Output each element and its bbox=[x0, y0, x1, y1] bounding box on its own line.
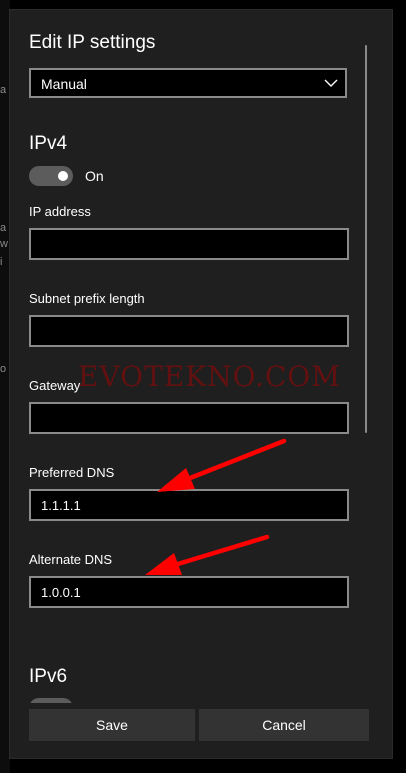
gateway-label: Gateway bbox=[29, 378, 81, 393]
background-glyph: w bbox=[0, 238, 8, 250]
subnet-prefix-length-label: Subnet prefix length bbox=[29, 291, 145, 306]
background-glyph: a bbox=[0, 222, 7, 234]
chevron-down-icon bbox=[324, 79, 338, 87]
gateway-input[interactable] bbox=[29, 402, 349, 434]
background-glyph: i bbox=[0, 256, 3, 268]
alternate-dns-label: Alternate DNS bbox=[29, 552, 113, 567]
toggle-knob bbox=[58, 171, 68, 181]
dialog-title: Edit IP settings bbox=[29, 32, 156, 53]
ip-mode-select[interactable]: Manual bbox=[29, 68, 347, 98]
preferred-dns-label: Preferred DNS bbox=[29, 465, 115, 480]
background-glyph: o bbox=[0, 363, 7, 375]
save-button[interactable]: Save bbox=[29, 709, 195, 741]
ipv4-heading: IPv4 bbox=[29, 133, 68, 154]
ip-mode-select-value: Manual bbox=[41, 76, 87, 92]
scrollbar[interactable] bbox=[365, 45, 367, 433]
alternate-dns-input[interactable] bbox=[29, 576, 349, 608]
background-window-edge bbox=[0, 0, 10, 773]
ip-address-label: IP address bbox=[29, 204, 91, 219]
preferred-dns-input[interactable] bbox=[29, 489, 349, 521]
subnet-prefix-length-input[interactable] bbox=[29, 315, 349, 347]
ipv6-heading: IPv6 bbox=[29, 666, 68, 687]
cancel-button[interactable]: Cancel bbox=[199, 709, 369, 741]
ipv4-toggle[interactable] bbox=[29, 166, 73, 186]
ipv4-toggle-label: On bbox=[85, 168, 104, 184]
ip-address-input[interactable] bbox=[29, 228, 349, 260]
dialog-footer: Save Cancel bbox=[10, 703, 392, 758]
background-glyph: a bbox=[0, 84, 7, 96]
watermark: EVOTEKNO.COM bbox=[78, 360, 341, 393]
